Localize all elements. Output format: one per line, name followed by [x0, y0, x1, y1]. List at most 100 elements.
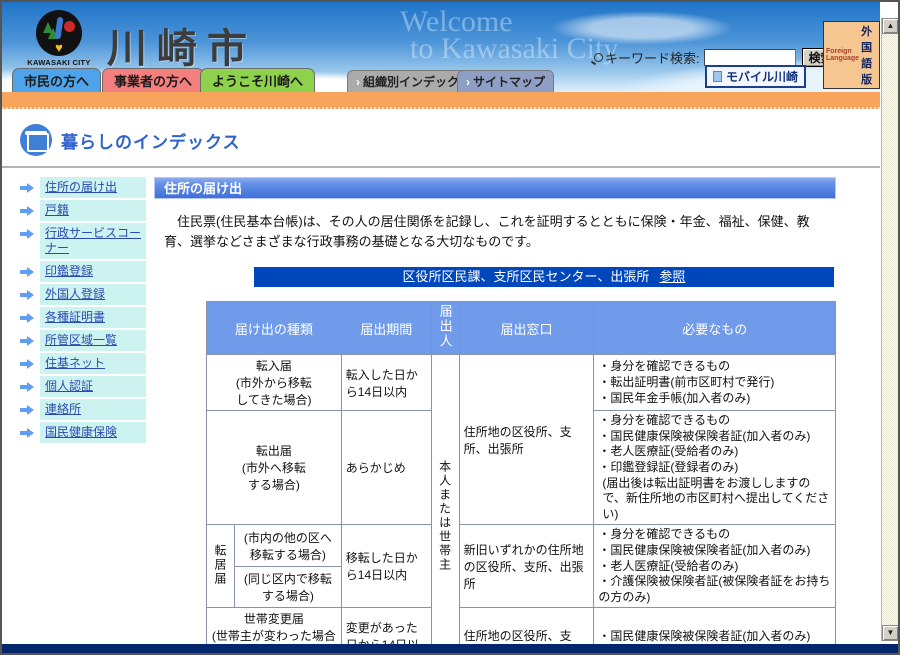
- sidebar-item-personal-auth[interactable]: 個人認証: [20, 376, 154, 397]
- sidebar-item-foreign-registration[interactable]: 外国人登録: [20, 284, 154, 305]
- cell-window-3: 新旧いずれかの住所地の区役所、支所、出張所: [459, 525, 594, 608]
- mobile-kawasaki-button[interactable]: モバイル川崎: [705, 65, 806, 88]
- cell-tenkyo-label: 転居届: [207, 525, 235, 608]
- sidebar-item-national-health-insurance[interactable]: 国民健康保険: [20, 422, 154, 443]
- mobile-phone-icon: [713, 71, 722, 82]
- sidebar-item-label: 住所の届け出: [40, 177, 146, 198]
- cell-tenkyo-period: 移転した日から14日以内: [341, 525, 431, 608]
- logo-heart-shape: ♥: [36, 41, 82, 54]
- col-header-period: 届出期間: [341, 302, 431, 355]
- table-header-row: 届け出の種類 届出期間 届出人 届出窓口 必要なもの: [207, 302, 836, 355]
- reference-text: 区役所区民課、支所区民センター、出張所: [403, 269, 650, 284]
- sidebar-item-liaison-office[interactable]: 連絡所: [20, 399, 154, 420]
- sidebar-item-jurisdiction-list[interactable]: 所管区域一覧: [20, 330, 154, 351]
- tab-welcome-kawasaki[interactable]: ようこそ川崎へ: [200, 68, 315, 92]
- browser-page: Welcome to Kawasaki City ♥ KAWASAKI CITY…: [0, 0, 900, 655]
- tab-citizens[interactable]: 市民の方へ: [12, 68, 101, 92]
- sidebar-item-label: 所管区域一覧: [40, 330, 146, 351]
- sidebar-item-label: 戸籍: [40, 200, 146, 221]
- site-banner: Welcome to Kawasaki City ♥ KAWASAKI CITY…: [2, 2, 880, 92]
- table-row-tennyu: 転入届 (市外から移転 してきた場合) 転入した日から14日以内 本人または世帯…: [207, 355, 836, 411]
- living-index-icon: [20, 124, 52, 156]
- cell-tenshutsu-period: あらかじめ: [341, 411, 431, 525]
- sidebar-item-juki-net[interactable]: 住基ネット: [20, 353, 154, 374]
- col-header-needs: 必要なもの: [594, 302, 836, 355]
- cell-tenkyo-needs: ・身分を確認できるもの ・国民健康保険被保険者証(加入者のみ) ・老人医療証(受…: [594, 525, 836, 608]
- foreign-language-jp-label: 外国語版: [861, 23, 877, 87]
- reference-bar: 区役所区民課、支所区民センター、出張所参照: [254, 267, 834, 287]
- foreign-language-button[interactable]: ForeignLanguage 外国語版: [823, 21, 880, 89]
- section-title: 暮らしのインデックス: [61, 128, 241, 153]
- kawasaki-city-logo[interactable]: ♥ KAWASAKI CITY: [24, 10, 94, 67]
- sidebar-item-label: 各種証明書: [40, 307, 146, 328]
- tab-org-index-label: 組織別インデックス: [363, 75, 471, 89]
- banner-watermark: Welcome to Kawasaki City: [400, 8, 618, 62]
- arrow-right-icon: [20, 183, 34, 193]
- tab-sitemap[interactable]: ›サイトマップ: [457, 70, 554, 92]
- tab-sitemap-label: サイトマップ: [473, 75, 545, 89]
- mobile-kawasaki-label: モバイル川崎: [726, 68, 798, 85]
- arrow-right-icon: [20, 336, 34, 346]
- logo-sun-shape: [64, 21, 75, 32]
- cell-tenkyo-sub1: (市内の他の区へ 移転する場合): [234, 525, 341, 566]
- sidebar-item-certificates[interactable]: 各種証明書: [20, 307, 154, 328]
- sidebar-item-address-notification[interactable]: 住所の届け出: [20, 177, 154, 198]
- keyword-search-input[interactable]: [704, 49, 796, 66]
- tab-business[interactable]: 事業者の方へ: [102, 68, 204, 92]
- arrow-right-icon: [20, 359, 34, 369]
- sidebar-item-label: 行政サービスコーナー: [40, 223, 146, 259]
- watermark-line1: Welcome: [400, 8, 618, 35]
- orange-divider: [2, 92, 880, 109]
- col-header-window: 届出窓口: [459, 302, 594, 355]
- sidebar-item-seal-registration[interactable]: 印鑑登録: [20, 261, 154, 282]
- foreign-language-en-label: ForeignLanguage: [826, 48, 859, 62]
- vertical-scrollbar[interactable]: ▲ ▼: [881, 18, 898, 641]
- arrow-right-icon: [20, 206, 34, 216]
- logo-caption: KAWASAKI CITY: [24, 58, 94, 67]
- chevron-right-icon: ›: [356, 75, 360, 89]
- reference-link[interactable]: 参照: [659, 269, 685, 284]
- logo-river-shape: [54, 17, 63, 40]
- scroll-up-icon[interactable]: ▲: [882, 18, 899, 34]
- cell-person: 本人または世帯主: [431, 355, 459, 655]
- sidebar-item-label: 印鑑登録: [40, 261, 146, 282]
- cell-tennyu-needs: ・身分を確認できるもの ・転出証明書(前市区町村で発行) ・国民年金手帳(加入者…: [594, 355, 836, 411]
- arrow-right-icon: [20, 428, 34, 438]
- col-header-type: 届け出の種類: [207, 302, 342, 355]
- arrow-right-icon: [20, 229, 34, 239]
- chevron-right-icon: ›: [466, 75, 470, 89]
- table-row-tenkyo-1: 転居届 (市内の他の区へ 移転する場合) 移転した日から14日以内 新旧いずれか…: [207, 525, 836, 566]
- cell-window-1: 住所地の区役所、支所、出張所: [459, 355, 594, 525]
- page-body: 住所の届け出 戸籍 行政サービスコーナー 印鑑登録 外国人登録 各種証明書: [2, 177, 880, 655]
- arrow-right-icon: [20, 313, 34, 323]
- search-label: キーワード検索:: [605, 48, 700, 67]
- sidebar-item-label: 連絡所: [40, 399, 146, 420]
- page-title: 住所の届け出: [154, 177, 836, 199]
- col-header-person: 届出人: [431, 302, 459, 355]
- arrow-right-icon: [20, 290, 34, 300]
- sidebar-nav: 住所の届け出 戸籍 行政サービスコーナー 印鑑登録 外国人登録 各種証明書: [20, 177, 154, 655]
- footer-bar: [2, 644, 898, 653]
- intro-paragraph: 住民票(住民基本台帳)は、その人の居住関係を記録し、これを証明するとともに保険・…: [164, 212, 830, 252]
- site-title: 川崎市: [107, 16, 257, 74]
- arrow-right-icon: [20, 405, 34, 415]
- scroll-down-icon[interactable]: ▼: [882, 625, 899, 641]
- search-icon: [594, 53, 603, 62]
- cell-tenkyo-sub2: (同じ区内で移転 する場合): [234, 566, 341, 607]
- cell-tennyu-type: 転入届 (市外から移転 してきた場合): [207, 355, 342, 411]
- notification-table: 届け出の種類 届出期間 届出人 届出窓口 必要なもの 転入届 (市外から移転 し…: [206, 301, 836, 655]
- sidebar-item-admin-service-corner[interactable]: 行政サービスコーナー: [20, 223, 154, 259]
- section-header: 暮らしのインデックス: [2, 109, 880, 168]
- arrow-right-icon: [20, 382, 34, 392]
- sidebar-item-label: 外国人登録: [40, 284, 146, 305]
- sidebar-item-family-register[interactable]: 戸籍: [20, 200, 154, 221]
- main-content: 住所の届け出 住民票(住民基本台帳)は、その人の居住関係を記録し、これを証明する…: [154, 177, 880, 655]
- watermark-line2: to Kawasaki City: [410, 35, 618, 62]
- cell-tenshutsu-needs: ・身分を確認できるもの ・国民健康保険被保険者証(加入者のみ) ・老人医療証(受…: [594, 411, 836, 525]
- arrow-right-icon: [20, 267, 34, 277]
- cell-tennyu-period: 転入した日から14日以内: [341, 355, 431, 411]
- kawasaki-logo-icon: ♥: [36, 10, 82, 56]
- cell-tenshutsu-type: 転出届 (市外へ移転 する場合): [207, 411, 342, 525]
- sidebar-item-label: 住基ネット: [40, 353, 146, 374]
- sidebar-item-label: 国民健康保険: [40, 422, 146, 443]
